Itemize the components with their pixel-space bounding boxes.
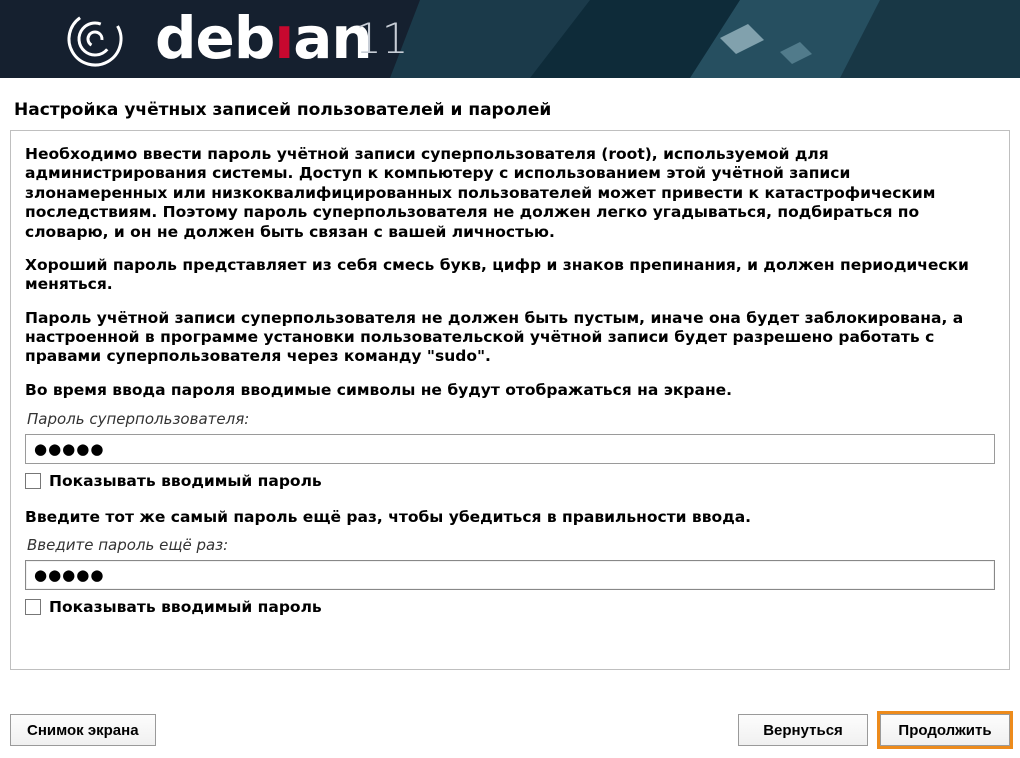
back-button[interactable]: Вернуться bbox=[738, 714, 868, 746]
instructions-block: Необходимо ввести пароль учётной записи … bbox=[25, 145, 995, 406]
confirm-password-label: Введите пароль ещё раз: bbox=[27, 536, 995, 554]
show-password-label-2[interactable]: Показывать вводимый пароль bbox=[49, 598, 322, 616]
show-password-checkbox-1[interactable] bbox=[25, 473, 41, 489]
brand-dotless-i: ı bbox=[274, 4, 293, 72]
brand-prefix: deb bbox=[155, 4, 274, 72]
debian-swirl-icon bbox=[63, 7, 127, 71]
debian-version: 11 bbox=[355, 14, 408, 63]
banner-geometry bbox=[0, 0, 1020, 78]
debian-wordmark: debıan bbox=[155, 4, 372, 72]
instruction-paragraph: Необходимо ввести пароль учётной записи … bbox=[25, 145, 995, 242]
main-content-box: Необходимо ввести пароль учётной записи … bbox=[10, 130, 1010, 670]
continue-button[interactable]: Продолжить bbox=[880, 714, 1010, 746]
header-banner: debıan 11 bbox=[0, 0, 1020, 78]
instruction-paragraph: Во время ввода пароля вводимые символы н… bbox=[25, 381, 995, 400]
root-password-label: Пароль суперпользователя: bbox=[27, 410, 995, 428]
screenshot-button[interactable]: Снимок экрана bbox=[10, 714, 156, 746]
button-bar: Снимок экрана Вернуться Продолжить bbox=[10, 714, 1010, 746]
confirm-password-input[interactable] bbox=[25, 560, 995, 590]
instruction-paragraph: Пароль учётной записи суперпользователя … bbox=[25, 309, 995, 367]
page-title: Настройка учётных записей пользователей … bbox=[0, 78, 1020, 130]
instruction-paragraph: Хороший пароль представляет из себя смес… bbox=[25, 256, 995, 295]
show-password-checkbox-2[interactable] bbox=[25, 599, 41, 615]
confirm-password-prompt: Введите тот же самый пароль ещё раз, что… bbox=[25, 508, 995, 526]
show-password-label-1[interactable]: Показывать вводимый пароль bbox=[49, 472, 322, 490]
root-password-input[interactable] bbox=[25, 434, 995, 464]
